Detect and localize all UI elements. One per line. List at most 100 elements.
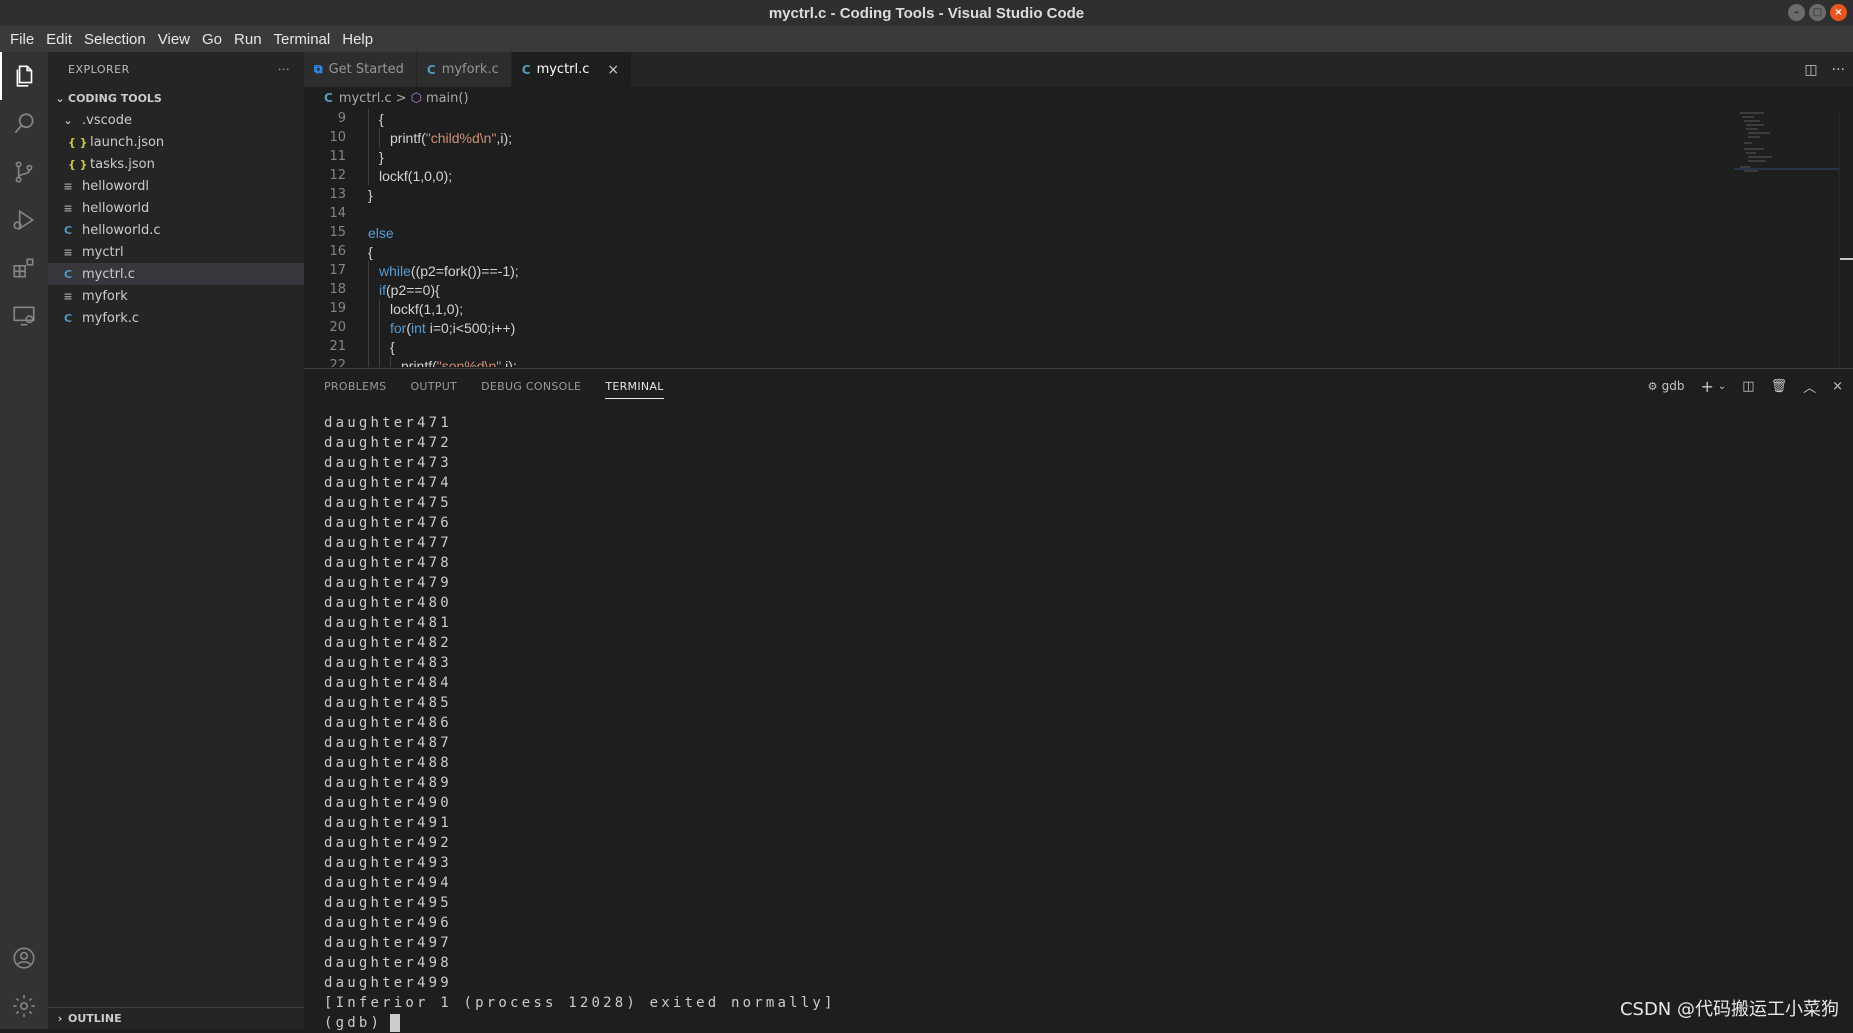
menu-selection[interactable]: Selection bbox=[78, 31, 152, 48]
tab-output[interactable]: OUTPUT bbox=[410, 374, 457, 398]
c-file-icon: C bbox=[521, 62, 531, 77]
terminal-text: daughter490 bbox=[324, 795, 452, 811]
close-tab-icon[interactable]: × bbox=[607, 62, 619, 78]
terminal-text: daughter478 bbox=[324, 555, 452, 571]
code-line: 18 if(p2==0){ bbox=[304, 280, 1853, 299]
line-number: 12 bbox=[329, 168, 346, 183]
terminal-text: daughter472 bbox=[324, 435, 452, 451]
workspace-section[interactable]: ⌄ CODING TOOLS bbox=[48, 87, 304, 109]
terminal-output[interactable]: daughter471 daughter472 daughter473 daughte… bbox=[324, 413, 836, 1033]
code-line: 19 lockf(1,1,0); bbox=[304, 299, 1853, 318]
tab-terminal[interactable]: TERMINAL bbox=[605, 374, 664, 399]
editor-actions: ◫ ··· bbox=[1804, 52, 1845, 87]
menu-run[interactable]: Run bbox=[228, 31, 268, 48]
close-window-button[interactable]: × bbox=[1830, 4, 1847, 21]
tab-myctrl-c[interactable]: C myctrl.c × bbox=[511, 52, 633, 87]
search-icon[interactable] bbox=[0, 100, 48, 148]
c-file-icon: C bbox=[426, 62, 436, 77]
tree-item-hellowordl[interactable]: ≡ hellowordl bbox=[48, 175, 304, 197]
tree-item-label: myfork.c bbox=[82, 310, 140, 326]
tree-item-launch-json[interactable]: { } launch.json bbox=[48, 131, 304, 153]
tree-item-helloworld[interactable]: ≡ helloworld bbox=[48, 197, 304, 219]
code-text: lockf(1,1,0); bbox=[390, 300, 464, 317]
terminal-line: daughter480 bbox=[324, 593, 836, 613]
more-actions-icon[interactable]: ··· bbox=[278, 63, 290, 76]
code-editor[interactable]: 9{10 printf("child%d\n",i); 11} 12 lockf(1,0… bbox=[304, 109, 1853, 367]
run-debug-icon[interactable] bbox=[0, 196, 48, 244]
tree-item-helloworld-c[interactable]: Chelloworld.c bbox=[48, 219, 304, 241]
code-text: while((p2=fork())==-1); bbox=[379, 262, 519, 279]
tab-myfork-c[interactable]: C myfork.c bbox=[416, 52, 512, 87]
panel-tabs: PROBLEMS OUTPUT DEBUG CONSOLE TERMINAL bbox=[304, 369, 1853, 403]
terminal-line: daughter498 bbox=[324, 953, 836, 973]
tab-get-started[interactable]: ⧉ Get Started bbox=[304, 52, 417, 87]
vertical-scrollbar[interactable] bbox=[1839, 109, 1853, 367]
outline-title: OUTLINE bbox=[68, 1012, 122, 1025]
terminal-text: daughter487 bbox=[324, 735, 452, 751]
plus-icon[interactable]: + bbox=[1700, 377, 1713, 396]
breadcrumb-file[interactable]: myctrl.c bbox=[339, 91, 392, 106]
menu-go[interactable]: Go bbox=[196, 31, 228, 48]
menu-view[interactable]: View bbox=[152, 31, 196, 48]
source-control-icon[interactable] bbox=[0, 148, 48, 196]
code-text: for(int i=0;i<500;i++) bbox=[390, 319, 516, 336]
menu-help[interactable]: Help bbox=[336, 31, 379, 48]
tree-item-myfork-c[interactable]: Cmyfork.c bbox=[48, 307, 304, 329]
terminal-selector[interactable]: ⚙ gdb bbox=[1648, 379, 1685, 394]
split-editor-icon[interactable]: ◫ bbox=[1804, 62, 1817, 78]
tree-item-myfork[interactable]: ≡ myfork bbox=[48, 285, 304, 307]
line-number: 22 bbox=[329, 358, 346, 367]
remote-explorer-icon[interactable] bbox=[0, 292, 48, 340]
text-file-icon: ≡ bbox=[63, 289, 73, 303]
menu-edit[interactable]: Edit bbox=[40, 31, 78, 48]
tab-label: Get Started bbox=[328, 62, 404, 77]
indent-guide bbox=[379, 356, 380, 367]
more-actions-icon[interactable]: ··· bbox=[1832, 62, 1845, 78]
terminal-text: daughter496 bbox=[324, 915, 452, 931]
gdb-icon: ⚙ bbox=[1647, 380, 1658, 393]
maximize-panel-icon[interactable]: ︿ bbox=[1803, 377, 1816, 396]
close-panel-icon[interactable]: × bbox=[1832, 379, 1843, 394]
indent-guide bbox=[390, 356, 391, 367]
code-line: 21 { bbox=[304, 337, 1853, 356]
chevron-down-icon[interactable]: ⌄ bbox=[1718, 381, 1726, 392]
minimap[interactable] bbox=[1734, 109, 1839, 367]
terminal-text: daughter483 bbox=[324, 655, 452, 671]
menu-file[interactable]: File bbox=[4, 31, 40, 48]
terminal-text: daughter475 bbox=[324, 495, 452, 511]
indent-guide bbox=[368, 147, 369, 166]
terminal-text: daughter486 bbox=[324, 715, 452, 731]
code-line: 16 { bbox=[304, 242, 1853, 261]
tab-problems[interactable]: PROBLEMS bbox=[324, 374, 386, 398]
extensions-icon[interactable] bbox=[0, 244, 48, 292]
outline-section[interactable]: › OUTLINE bbox=[48, 1007, 304, 1029]
json-file-icon: { } bbox=[68, 157, 88, 171]
breadcrumb: C myctrl.c > ⬡ main() bbox=[304, 87, 1853, 109]
minimize-button[interactable]: – bbox=[1788, 4, 1805, 21]
menu-terminal[interactable]: Terminal bbox=[268, 31, 337, 48]
chevron-right-icon: › bbox=[57, 1012, 63, 1025]
trash-icon[interactable]: 🗑 bbox=[1771, 379, 1788, 394]
breadcrumb-symbol[interactable]: main() bbox=[426, 91, 469, 106]
code-line: 9{ bbox=[304, 109, 1853, 128]
explorer-icon[interactable] bbox=[0, 52, 48, 100]
title-bar: myctrl.c - Coding Tools - Visual Studio … bbox=[0, 0, 1853, 26]
code-text: { bbox=[368, 243, 373, 260]
panel-actions: ⚙ gdb + ⌄ ◫ 🗑 ︿ × bbox=[1648, 377, 1843, 396]
terminal-line: daughter495 bbox=[324, 893, 836, 913]
split-terminal-icon[interactable]: ◫ bbox=[1742, 379, 1754, 394]
terminal-line: daughter485 bbox=[324, 693, 836, 713]
indent-guide bbox=[368, 280, 369, 299]
tree-item-myctrl[interactable]: ≡ myctrl bbox=[48, 241, 304, 263]
maximize-button[interactable]: □ bbox=[1809, 4, 1826, 21]
settings-gear-icon[interactable] bbox=[0, 982, 48, 1030]
tree-item-myctrl-c[interactable]: Cmyctrl.c bbox=[48, 263, 304, 285]
accounts-icon[interactable] bbox=[0, 934, 48, 982]
tab-debug-console[interactable]: DEBUG CONSOLE bbox=[481, 374, 581, 398]
line-number: 13 bbox=[329, 187, 346, 202]
code-line: 12 lockf(1,0,0); bbox=[304, 166, 1853, 185]
tree-item--vscode[interactable]: ⌄ .vscode bbox=[48, 109, 304, 131]
terminal-text: daughter494 bbox=[324, 875, 452, 891]
tree-item-tasks-json[interactable]: { } tasks.json bbox=[48, 153, 304, 175]
terminal-name: gdb bbox=[1661, 379, 1685, 393]
